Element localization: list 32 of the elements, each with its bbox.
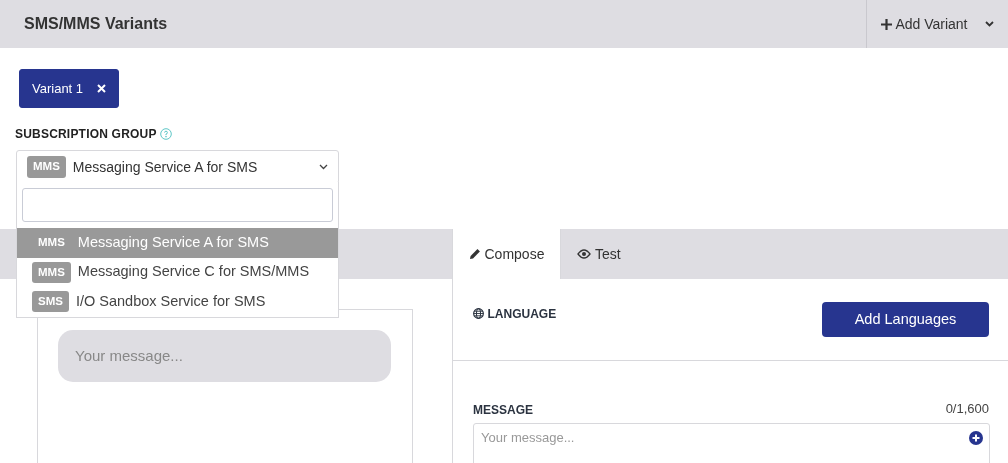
channel-tag: MMS [32,232,71,254]
channel-tag: SMS [32,291,69,313]
add-variant-button[interactable]: Add Variant [865,0,1008,48]
channel-tag: MMS [27,156,66,178]
eye-icon [577,249,592,259]
chevron-icon [319,164,328,170]
add-languages-button[interactable]: Add Languages [822,302,989,337]
tab[interactable]: Compose [452,229,562,279]
pencil-icon [469,248,481,260]
message-field[interactable]: Your message... [473,422,990,463]
dropdown-option[interactable]: SMS I/O Sandbox Service for SMS [17,287,338,317]
option-label: I/O Sandbox Service for SMS [75,291,266,311]
character-counter: 0/1,600 [945,400,989,418]
add-icon[interactable] [969,430,983,445]
section-label: MESSAGE [473,401,533,419]
field-label: SUBSCRIPTION GROUP [15,126,157,143]
option-label: Messaging Service C for SMS/MMS [77,262,310,282]
message-bubble: Your message... [58,330,391,382]
plus-icon [880,18,892,30]
variant-tab[interactable]: Variant 1 [19,69,120,108]
caret-icon [985,21,994,27]
page-title: SMS/MMS Variants [23,14,168,34]
select-value: Messaging Service A for SMS [72,157,259,177]
globe-icon [473,308,484,319]
section-label: LANGUAGE [487,305,557,323]
dropdown-option[interactable]: MMS Messaging Service C for SMS/MMS [17,257,338,287]
option-label: Messaging Service A for SMS [77,232,269,252]
close-icon[interactable] [97,84,107,93]
subscription-group-select[interactable]: MMS Messaging Service A for SMS [16,150,339,184]
channel-tag: MMS [32,261,71,283]
search-field[interactable] [22,188,333,222]
tab[interactable]: Test [561,229,637,279]
